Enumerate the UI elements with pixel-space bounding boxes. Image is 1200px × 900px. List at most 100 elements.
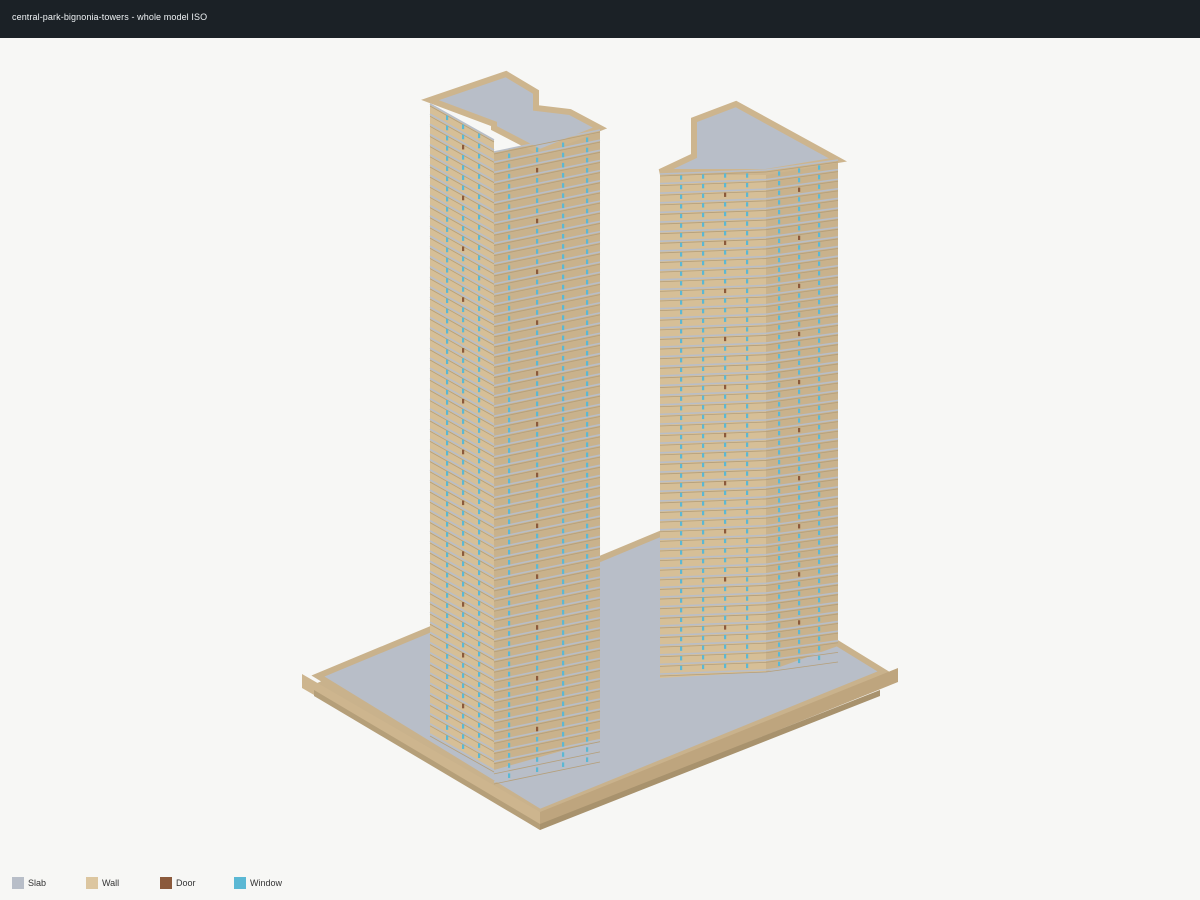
window (798, 658, 801, 664)
window (702, 232, 705, 237)
window (478, 519, 481, 525)
window (586, 747, 589, 752)
window (536, 421, 539, 427)
window (818, 598, 821, 603)
model-viewport[interactable] (0, 38, 1200, 860)
window (818, 338, 821, 343)
window (462, 246, 465, 252)
window (478, 611, 481, 616)
window (778, 392, 781, 397)
window (446, 400, 449, 405)
window (478, 377, 481, 382)
window (478, 214, 481, 220)
window (586, 198, 589, 204)
window (562, 498, 565, 503)
window (536, 635, 539, 640)
window (746, 269, 749, 274)
window (702, 280, 705, 285)
tower-west[interactable] (421, 70, 608, 785)
window (562, 528, 565, 534)
window (798, 639, 801, 644)
window (586, 401, 589, 407)
window (508, 620, 511, 626)
window (778, 277, 781, 282)
window (462, 713, 465, 719)
window (586, 361, 589, 366)
window (778, 652, 781, 657)
legend-item-wall: Wall (86, 876, 119, 890)
window (724, 452, 727, 457)
window (562, 315, 565, 320)
window (478, 265, 481, 271)
window (746, 365, 749, 370)
window (746, 577, 749, 582)
legend: Slab Wall Door Window (0, 870, 1200, 894)
window (508, 539, 511, 545)
window (536, 614, 539, 620)
window (446, 176, 449, 182)
window (798, 264, 801, 269)
window (562, 376, 565, 381)
window (462, 266, 465, 272)
window (462, 449, 465, 455)
window (562, 416, 565, 422)
window (508, 570, 511, 575)
window (478, 357, 481, 362)
window (746, 231, 749, 236)
window (508, 153, 511, 159)
window (778, 305, 781, 311)
tower-east[interactable] (658, 100, 848, 678)
window (746, 490, 749, 495)
window (680, 319, 683, 324)
window (446, 247, 449, 253)
window (746, 452, 749, 457)
window (586, 493, 589, 498)
window (478, 367, 481, 372)
window (562, 742, 565, 747)
window (702, 645, 705, 650)
window (586, 289, 589, 295)
window (562, 223, 565, 229)
window (508, 427, 511, 433)
window (746, 442, 749, 447)
window (702, 635, 705, 641)
window (818, 607, 821, 612)
window (724, 182, 727, 188)
window (462, 419, 465, 424)
window (478, 346, 481, 352)
window (702, 299, 705, 304)
window (462, 541, 465, 546)
window (478, 133, 481, 139)
window (798, 226, 801, 231)
window (798, 283, 801, 289)
window (818, 319, 821, 324)
window (462, 652, 465, 658)
window (746, 317, 749, 322)
window (562, 538, 565, 544)
window (680, 406, 683, 411)
window (536, 675, 539, 681)
window (778, 488, 781, 493)
window (818, 415, 821, 420)
window (702, 193, 705, 198)
window (536, 757, 539, 762)
window (478, 529, 481, 535)
window (680, 502, 683, 507)
window (446, 267, 449, 273)
window (818, 367, 821, 372)
window (462, 337, 465, 343)
window (798, 533, 801, 539)
window (702, 183, 705, 189)
window (478, 458, 481, 464)
window (818, 376, 821, 382)
window (798, 187, 801, 192)
model-canvas[interactable] (0, 38, 1200, 860)
window (562, 599, 565, 605)
window (536, 716, 539, 722)
window (536, 432, 539, 437)
window (818, 588, 821, 593)
window (562, 305, 565, 310)
window (680, 367, 683, 372)
window (778, 440, 781, 445)
window (798, 649, 801, 654)
